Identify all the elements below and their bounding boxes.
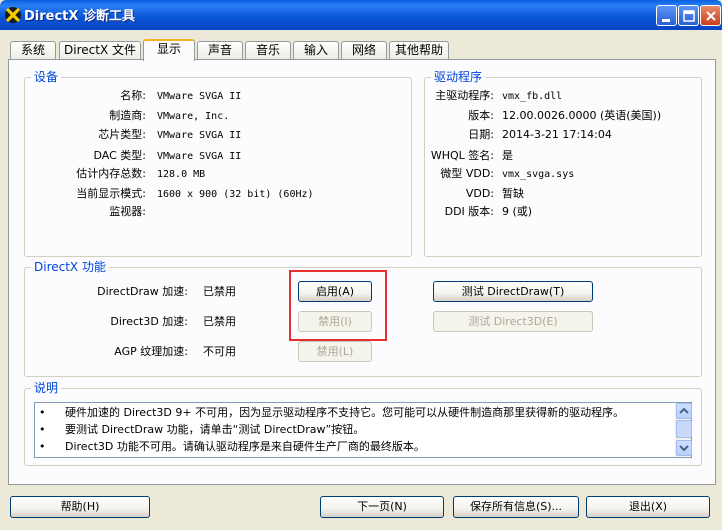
scroll-up-button[interactable]	[676, 403, 692, 419]
device-name-value: VMware SVGA II	[157, 91, 242, 102]
dac-type-value: VMware SVGA II	[157, 151, 242, 162]
tab-directx-files[interactable]: DirectX 文件	[59, 41, 141, 60]
scroll-down-button[interactable]	[676, 440, 692, 456]
directx-features-title: DirectX 功能	[31, 260, 109, 274]
minimize-icon	[662, 19, 670, 22]
dac-type-label: DAC 类型:	[93, 149, 147, 162]
agp-accel-status: 不可用	[203, 345, 236, 358]
agp-accel-label: AGP 纹理加速:	[114, 345, 188, 358]
title-bar[interactable]: DirectX 诊断工具	[0, 0, 722, 30]
note-text: 硬件加速的 Direct3D 9+ 不可用，因为显示驱动程序不支持它。您可能可以…	[65, 406, 625, 419]
vdd-label: VDD:	[465, 187, 494, 200]
chevron-up-icon	[679, 407, 689, 414]
bullet: •	[39, 440, 46, 453]
driver-version-label: 版本:	[468, 109, 494, 122]
maximize-icon	[683, 10, 695, 22]
note-text: Direct3D 功能不可用。请确认驱动程序是来自硬件生产厂商的最终版本。	[65, 440, 425, 453]
notes-list[interactable]: • 硬件加速的 Direct3D 9+ 不可用，因为显示驱动程序不支持它。您可能…	[34, 402, 692, 458]
highlight-box	[289, 270, 387, 341]
vdd-value: 暂缺	[502, 187, 524, 200]
tab-display[interactable]: 显示	[143, 39, 195, 61]
close-icon	[706, 11, 716, 21]
save-all-info-button[interactable]: 保存所有信息(S)...	[453, 496, 579, 518]
driver-group-title: 驱动程序	[431, 70, 486, 84]
help-button[interactable]: 帮助(H)	[10, 496, 150, 518]
minimize-button[interactable]	[656, 5, 677, 26]
directx-icon	[5, 7, 21, 23]
device-group-title: 设备	[31, 70, 62, 84]
direct3d-accel-status: 已禁用	[203, 315, 236, 328]
tab-input[interactable]: 输入	[293, 41, 339, 60]
chip-type-value: VMware SVGA II	[157, 130, 242, 141]
scroll-thumb[interactable]	[676, 420, 692, 438]
bullet: •	[39, 423, 46, 436]
tab-music[interactable]: 音乐	[245, 41, 291, 60]
tab-system[interactable]: 系统	[10, 41, 56, 60]
direct3d-accel-label: Direct3D 加速:	[110, 315, 188, 328]
mini-vdd-value: vmx_svga.sys	[502, 169, 575, 180]
notes-group-title: 说明	[31, 381, 62, 395]
ddi-version-value: 9 (或)	[502, 205, 533, 218]
driver-date-value: 2014-3-21 17:14:04	[502, 128, 612, 141]
chip-type-label: 芯片类型:	[98, 128, 146, 141]
close-button[interactable]	[700, 5, 721, 26]
tab-sound[interactable]: 声音	[197, 41, 243, 60]
mini-vdd-label: 微型 VDD:	[440, 167, 494, 180]
chevron-down-icon	[679, 445, 689, 452]
tab-network[interactable]: 网络	[341, 41, 387, 60]
total-memory-value: 128.0 MB	[157, 169, 206, 180]
bullet: •	[39, 406, 46, 419]
main-driver-label: 主驱动程序:	[435, 89, 494, 102]
test-directdraw-button[interactable]: 测试 DirectDraw(T)	[433, 281, 593, 302]
manufacturer-value: VMware, Inc.	[157, 111, 230, 122]
monitor-label: 监视器:	[109, 205, 146, 218]
total-memory-label: 估计内存总数:	[76, 167, 146, 180]
ddi-version-label: DDI 版本:	[444, 205, 494, 218]
exit-button[interactable]: 退出(X)	[586, 496, 710, 518]
driver-date-label: 日期:	[468, 128, 494, 141]
test-direct3d-button[interactable]: 测试 Direct3D(E)	[433, 311, 593, 332]
next-page-button[interactable]: 下一页(N)	[320, 496, 444, 518]
driver-version-value: 12.00.0026.0000 (英语(美国))	[502, 109, 662, 122]
display-mode-value: 1600 x 900 (32 bit) (60Hz)	[157, 189, 314, 200]
device-name-label: 名称:	[120, 89, 146, 102]
note-text: 要测试 DirectDraw 功能，请单击“测试 DirectDraw”按钮。	[65, 423, 365, 436]
main-driver-value: vmx_fb.dll	[502, 91, 563, 102]
notes-scrollbar[interactable]	[675, 403, 692, 457]
tab-more-help[interactable]: 其他帮助	[389, 41, 449, 60]
window-title: DirectX 诊断工具	[24, 9, 135, 24]
directdraw-accel-status: 已禁用	[203, 285, 236, 298]
directdraw-accel-label: DirectDraw 加速:	[97, 285, 188, 298]
manufacturer-label: 制造商:	[109, 109, 146, 122]
whql-label: WHQL 签名:	[430, 149, 494, 162]
whql-value: 是	[502, 149, 513, 162]
display-mode-label: 当前显示模式:	[76, 187, 146, 200]
disable-agp-button[interactable]: 禁用(L)	[298, 341, 372, 362]
maximize-button[interactable]	[678, 5, 699, 26]
